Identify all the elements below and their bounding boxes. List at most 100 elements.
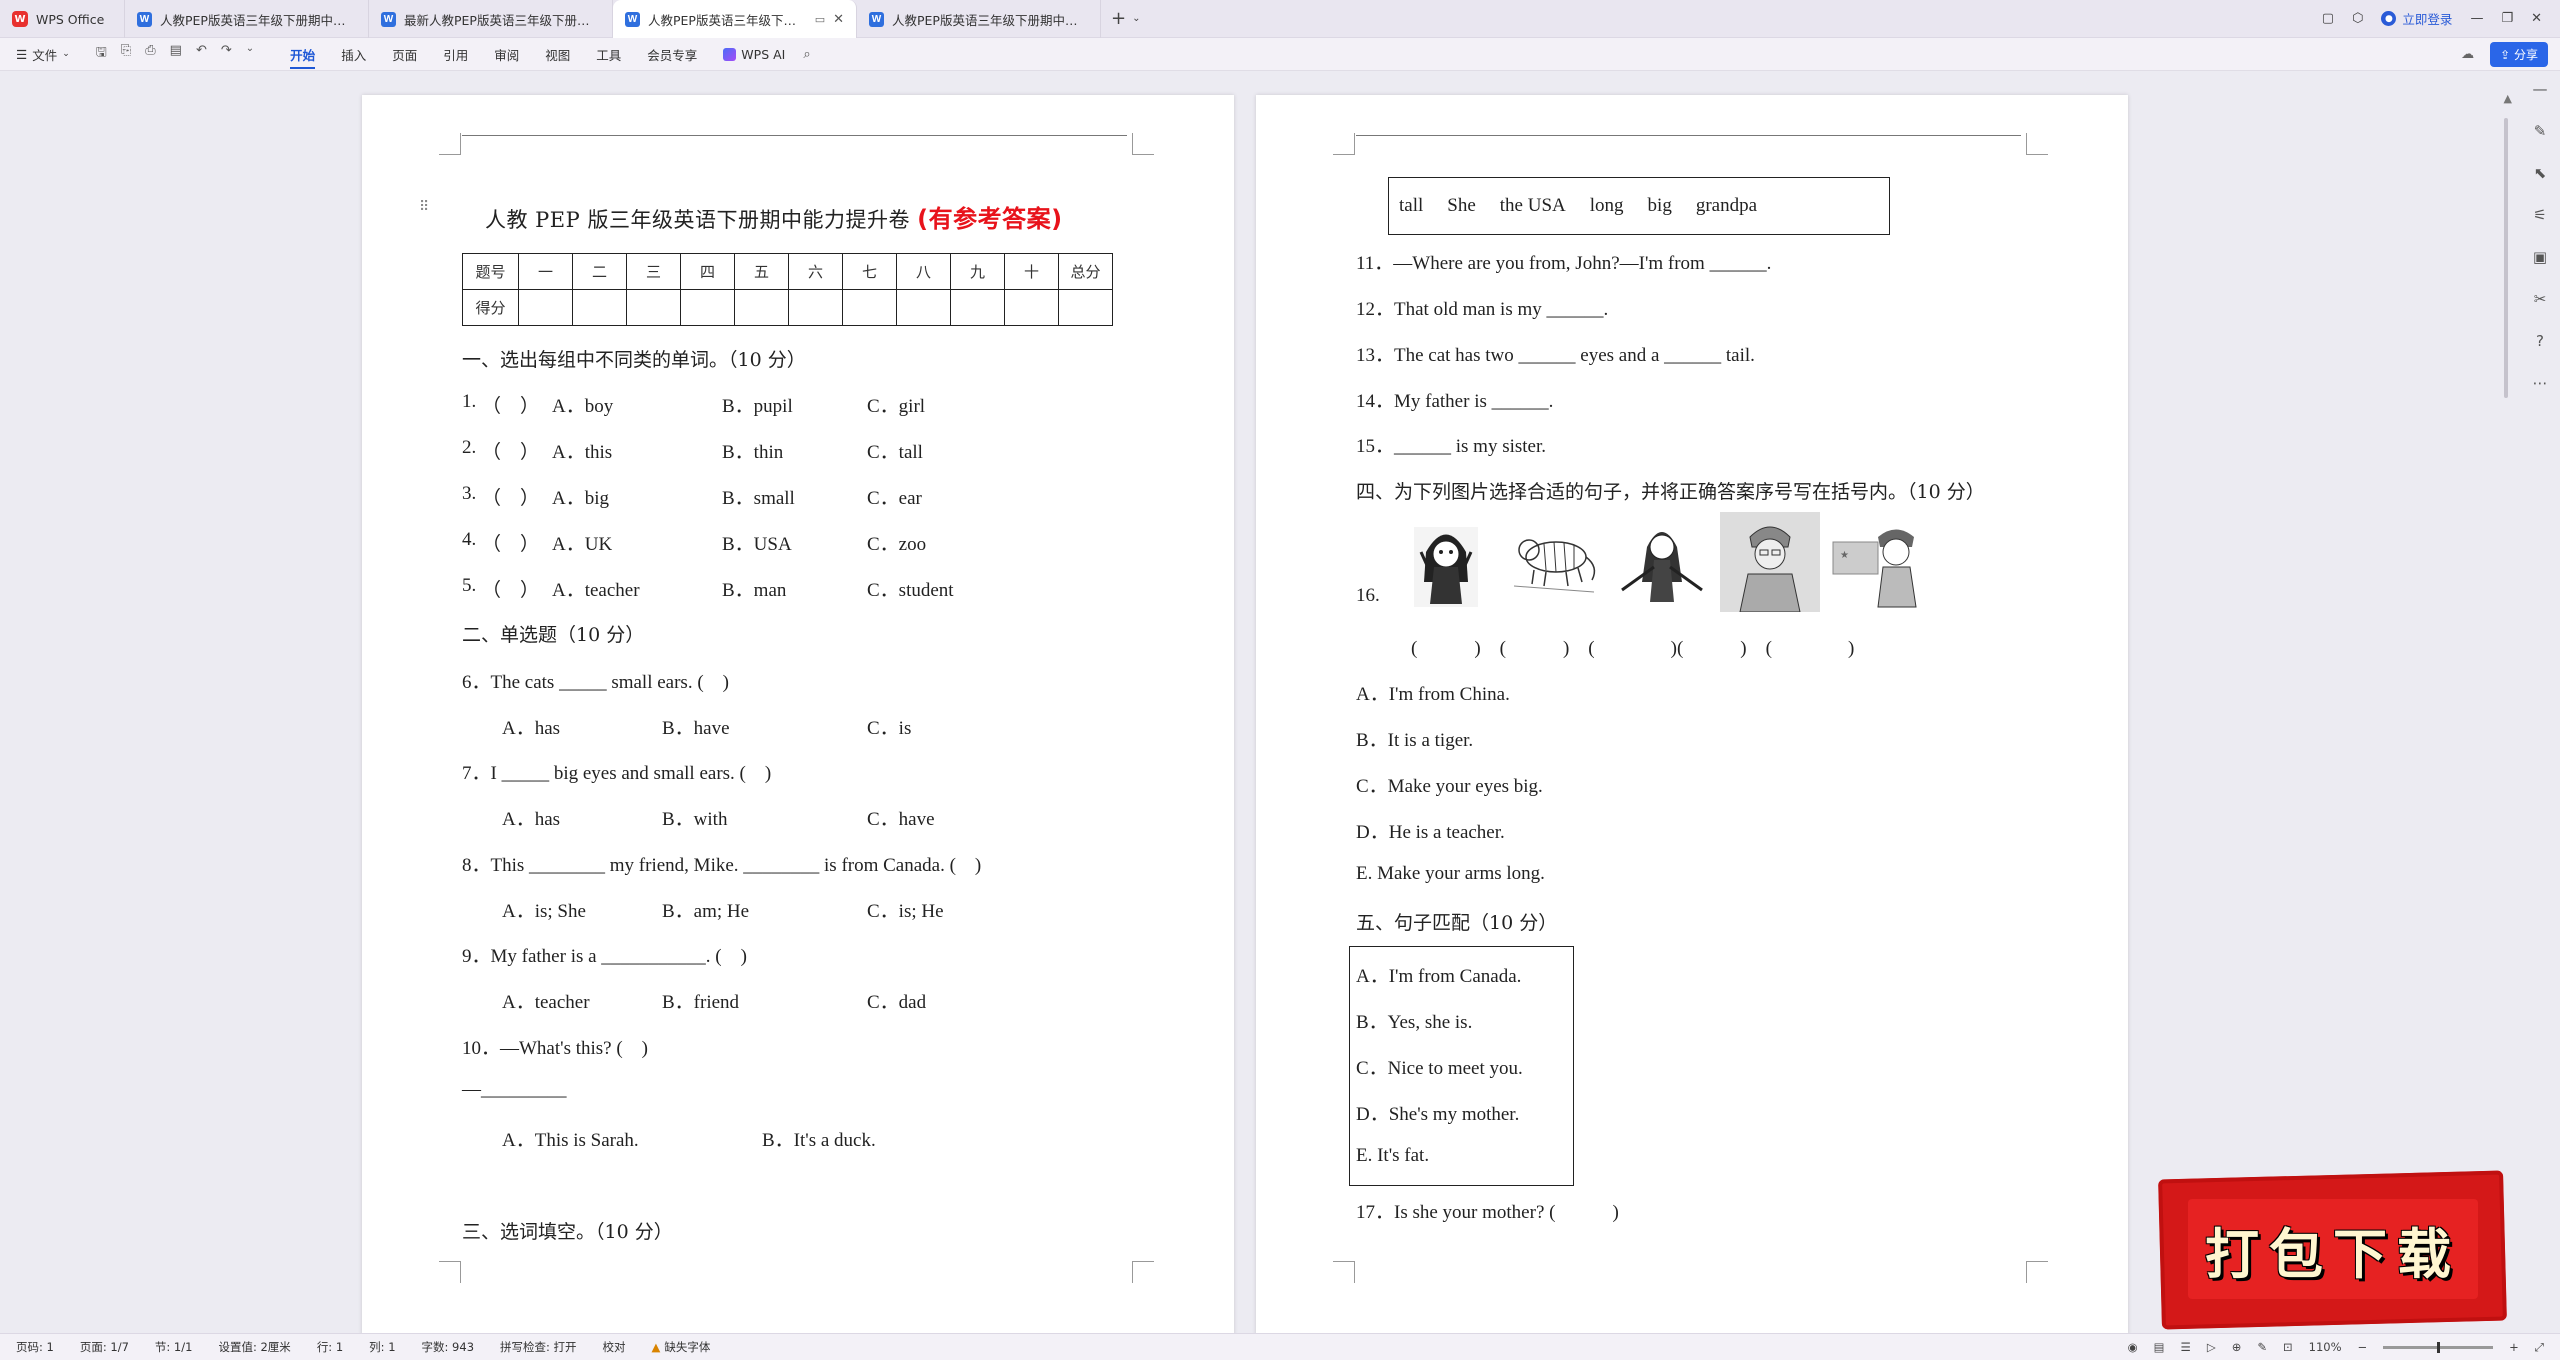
monitor-icon: ▭ <box>814 12 826 26</box>
ribbon-tab-view[interactable]: 视图 <box>545 45 570 64</box>
fullscreen-icon[interactable]: ⤢ <box>2535 1340 2544 1355</box>
edit-icon[interactable]: ✎ <box>2257 1340 2267 1354</box>
question-8: 8．This ________ my friend, Mike. _______… <box>462 855 982 876</box>
window-layout-icon[interactable]: ▢ <box>2322 11 2334 26</box>
score-header-cell: 九 <box>950 253 1005 290</box>
score-header-cell: 总分 <box>1058 253 1113 290</box>
option-a: A．has <box>502 809 561 830</box>
ribbon-tab-home[interactable]: 开始 <box>290 45 316 69</box>
picture-row: ★ <box>1396 512 1928 613</box>
document-page-2[interactable]: tall She the USA long big grandpa 11．—Wh… <box>1256 95 2128 1335</box>
score-cell[interactable] <box>896 289 951 326</box>
status-row: 行: 1 <box>316 1340 344 1354</box>
undo-icon[interactable]: ↶ <box>196 43 207 65</box>
select-cursor-icon[interactable]: ⬉ <box>2534 164 2547 182</box>
zoom-level[interactable]: 110% <box>2309 1340 2342 1354</box>
question-7: 7．I _____ big eyes and small ears. ( ) <box>462 763 772 784</box>
save-icon[interactable]: 🖫 <box>96 43 107 65</box>
print-preview-icon[interactable]: ▤ <box>170 43 182 65</box>
crop-mark <box>1132 1261 1154 1283</box>
status-pages[interactable]: 页面: 1/7 <box>80 1339 129 1355</box>
score-cell[interactable] <box>788 289 843 326</box>
redo-icon[interactable]: ↷ <box>221 43 232 65</box>
score-value-row: 得分 <box>462 289 1113 326</box>
status-word-count[interactable]: 字数: 943 <box>422 1339 474 1355</box>
print-icon[interactable]: ⎙ <box>145 43 155 65</box>
help-icon[interactable]: ? <box>2536 332 2544 350</box>
close-window-icon[interactable]: ✕ <box>2531 11 2542 26</box>
wps-ai-button[interactable]: WPS AI <box>723 47 785 62</box>
file-menu[interactable]: ☰ 文件 ⌄ <box>16 45 70 64</box>
tools-icon[interactable]: ✂ <box>2534 290 2547 308</box>
status-section[interactable]: 节: 1/1 <box>155 1339 193 1355</box>
status-missing-font[interactable]: 缺失字体 <box>664 1339 710 1355</box>
eye-icon[interactable]: ◉ <box>2128 1340 2138 1354</box>
export-icon[interactable]: ⎘ <box>121 43 131 65</box>
score-cell[interactable] <box>626 289 681 326</box>
tab-doc-3-active[interactable]: W 人教PEP版英语三年级下册期中 ▭ ✕ <box>613 0 857 38</box>
box-icon[interactable]: ⬡ <box>2352 11 2363 26</box>
vertical-scrollbar[interactable] <box>2504 118 2508 398</box>
chevron-down-icon[interactable]: ⌄ <box>1132 13 1140 24</box>
option-b: B．pupil <box>722 396 793 417</box>
score-cell[interactable] <box>1058 289 1113 326</box>
web-view-icon[interactable]: ⊕ <box>2232 1340 2242 1354</box>
share-button[interactable]: ⇪ 分享 <box>2490 41 2548 67</box>
login-button[interactable]: ● 立即登录 <box>2381 9 2452 28</box>
question-14: 14．My father is ______. <box>1356 391 1554 412</box>
q16-answer-parens: ( ) ( ) ( )( ) ( ) <box>1411 638 1855 659</box>
zoom-out-icon[interactable]: − <box>2358 1340 2368 1354</box>
fit-icon[interactable]: ⊡ <box>2283 1340 2293 1354</box>
chevron-down-icon[interactable]: ⌄ <box>246 43 254 65</box>
new-tab-button[interactable]: + ⌄ <box>1101 0 1150 37</box>
more-icon[interactable]: ⋯ <box>2533 374 2548 392</box>
status-setting[interactable]: 设置值: 2厘米 <box>218 1339 290 1355</box>
score-cell[interactable] <box>950 289 1005 326</box>
zoom-in-icon[interactable]: + <box>2509 1340 2519 1354</box>
status-spell-check[interactable]: 拼写检查: 打开 <box>500 1339 577 1355</box>
tab-doc-4[interactable]: W 人教PEP版英语三年级下册期中综合素 <box>857 0 1101 38</box>
outline-view-icon[interactable]: ☰ <box>2181 1340 2191 1354</box>
status-col: 列: 1 <box>369 1340 396 1354</box>
tab-doc-1[interactable]: W 人教PEP版英语三年级下册期中基础 <box>125 0 369 38</box>
cloud-icon[interactable]: ☁ <box>2461 47 2474 62</box>
score-cell[interactable] <box>572 289 627 326</box>
question-17: 17．Is she your mother? ( ) <box>1356 1202 1619 1223</box>
download-promo-badge[interactable]: 打包下载 <box>2158 1170 2507 1330</box>
zoom-slider-knob[interactable] <box>2437 1341 2441 1353</box>
score-cell[interactable] <box>842 289 897 326</box>
scroll-up-icon[interactable]: ▲ <box>2504 92 2512 105</box>
image-edit-icon[interactable]: ▣ <box>2533 248 2547 266</box>
ribbon-tab-member[interactable]: 会员专享 <box>647 45 697 64</box>
pen-icon[interactable]: ✎ <box>2534 122 2547 140</box>
document-page-1[interactable]: ⠿ 人教 PEP 版三年级英语下册期中能力提升卷 (有参考答案) 题号 一 二 … <box>362 95 1234 1335</box>
status-page-number[interactable]: 页码: 1 <box>16 1339 54 1355</box>
match-option-d: D．She's my mother. <box>1356 1104 1520 1125</box>
score-cell[interactable] <box>1004 289 1059 326</box>
ribbon-tab-review[interactable]: 审阅 <box>494 45 519 64</box>
page-view-icon[interactable]: ▤ <box>2154 1340 2165 1354</box>
minimize-icon[interactable]: — <box>2470 11 2483 26</box>
zoom-slider[interactable] <box>2383 1341 2494 1353</box>
ribbon-tab-page[interactable]: 页面 <box>392 45 417 64</box>
title-text: 人教 PEP 版三年级英语下册期中能力提升卷 <box>485 208 910 232</box>
play-icon[interactable]: ▷ <box>2207 1340 2216 1354</box>
score-cell[interactable] <box>680 289 735 326</box>
close-tab-icon[interactable]: ✕ <box>833 12 844 27</box>
tab-wps-home[interactable]: W WPS Office <box>0 0 125 38</box>
ribbon-tab-reference[interactable]: 引用 <box>443 45 468 64</box>
search-icon[interactable]: ⌕ <box>803 47 810 62</box>
option-a: A．has <box>502 718 561 739</box>
tab-doc-2[interactable]: W 最新人教PEP版英语三年级下册期中综合 <box>369 0 613 38</box>
minimize-panel-icon[interactable]: — <box>2533 80 2548 98</box>
ribbon-tab-insert[interactable]: 插入 <box>341 45 366 64</box>
settings-sliders-icon[interactable]: ⚟ <box>2533 206 2546 224</box>
restore-icon[interactable]: ❐ <box>2501 11 2513 26</box>
drag-handle-icon[interactable]: ⠿ <box>419 199 429 215</box>
option-b: B．friend <box>662 992 740 1013</box>
score-cell[interactable] <box>734 289 789 326</box>
ribbon-tab-tools[interactable]: 工具 <box>596 45 621 64</box>
score-cell[interactable] <box>518 289 573 326</box>
status-proof[interactable]: 校对 <box>603 1339 626 1355</box>
option-a: A．is; She <box>502 901 586 922</box>
